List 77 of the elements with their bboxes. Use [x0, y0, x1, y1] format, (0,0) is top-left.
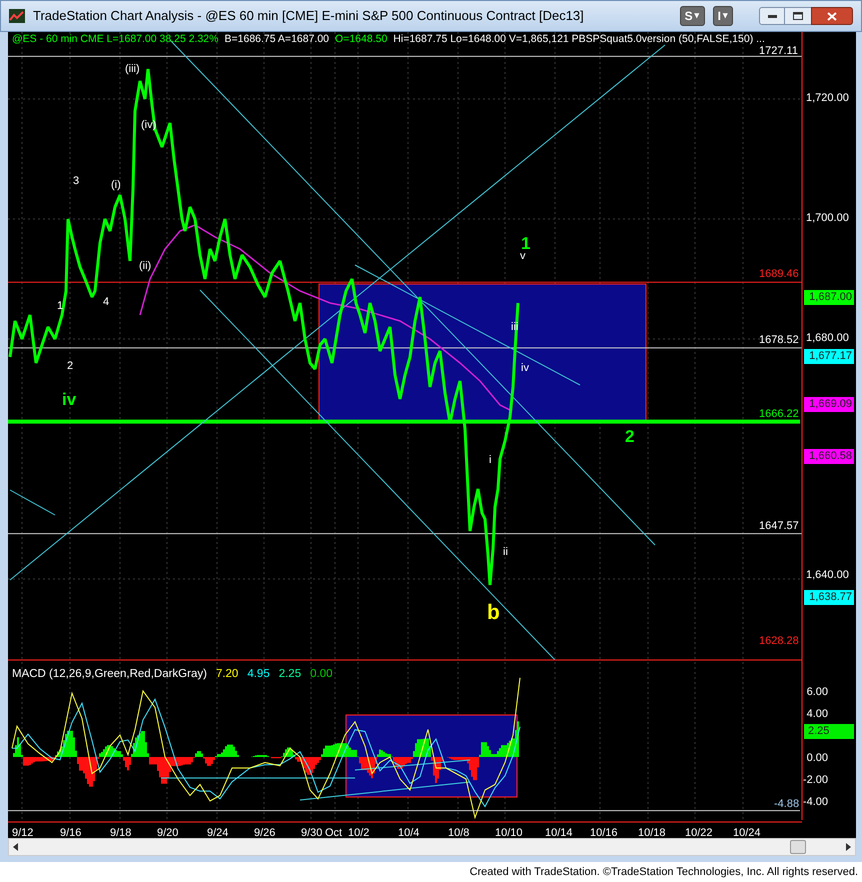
date-axis-label: 9/12: [12, 826, 34, 838]
macd-title: MACD (12,26,9,Green,Red,DarkGray): [12, 667, 207, 682]
price-axis-label: 1,720.00: [806, 92, 849, 105]
price-level-label: 1647.57: [759, 520, 799, 532]
date-axis-label: 10/8: [448, 826, 470, 838]
macd-level-label: -4.88: [774, 796, 800, 812]
macd-value: 2.25: [278, 667, 302, 682]
date-axis-label: 10/24: [733, 826, 761, 838]
maximize-button[interactable]: [785, 7, 811, 25]
price-badge: 1,687.00: [804, 290, 854, 305]
macd-value: 7.20: [216, 667, 238, 682]
scroll-thumb[interactable]: [790, 840, 806, 854]
wave-label: 2: [67, 361, 74, 372]
date-axis-label: 9/26: [254, 826, 276, 838]
wave-label: 1: [521, 235, 530, 252]
price-badge: 1,660.58: [804, 448, 854, 464]
minimize-icon: [768, 14, 776, 18]
date-axis-label: 10/2: [348, 826, 370, 838]
window-title: TradeStation Chart Analysis - @ES 60 min [CME] E-mini S&P 500 Continuous Contract [Dec13]: [33, 7, 584, 26]
date-axis-label: 10/22: [685, 826, 713, 838]
date-axis-label: 9/16: [60, 826, 82, 838]
price-axis-label: 1,640.00: [806, 569, 849, 582]
wave-label: iv: [62, 391, 76, 408]
toolbar-menu-button[interactable]: S ▾: [680, 6, 705, 26]
macd-value: 0.00: [310, 667, 332, 682]
date-axis-label: 9/18: [110, 826, 132, 838]
price-level-label: 1678.52: [759, 334, 799, 346]
macd-axis-label: 6.00: [806, 685, 828, 700]
macd-badge: 2.25: [804, 724, 854, 740]
wave-label: v: [520, 251, 526, 262]
horizontal-scrollbar[interactable]: [8, 838, 856, 856]
minimize-button[interactable]: [759, 7, 785, 25]
quote-info-text: B=1686.75 A=1687.00: [224, 33, 330, 45]
macd-axis-label: 4.00: [806, 707, 828, 722]
price-badge: 1,677.17: [804, 348, 854, 364]
wave-label: (ii): [139, 261, 152, 272]
wave-label: i: [489, 455, 492, 466]
price-axis-label: 1,680.00: [806, 332, 849, 345]
date-axis-label: 10/14: [545, 826, 573, 838]
quote-info-text: @ES - 60 min CME L=1687.00 38.25 2.32%: [12, 33, 218, 45]
price-badge: 1,669.09: [804, 397, 854, 412]
wave-label: 4: [103, 297, 110, 308]
date-axis-label: Oct: [325, 826, 342, 838]
macd-axis-label: -4.00: [802, 795, 828, 810]
macd-value: 4.95: [247, 667, 270, 682]
price-level-label: 1628.28: [759, 635, 799, 648]
toolbar-menu-button[interactable]: I ▾: [712, 6, 733, 26]
date-axis-label: 10/16: [590, 826, 618, 838]
scroll-right-icon: [846, 843, 851, 851]
price-level-label: 1689.46: [759, 268, 799, 280]
price-level-label: 1666.22: [759, 408, 799, 420]
wave-label: ii: [503, 547, 508, 558]
date-axis-label: 9/30: [301, 826, 322, 838]
price-level-label: 1727.11: [759, 45, 798, 58]
date-axis-label: 10/10: [495, 826, 523, 838]
maximize-icon: [793, 12, 803, 20]
quote-info-text: Hi=1687.75 Lo=1648.00 V=1,865,121 PBSPSquat5.0version (50,FALSE,150) ...: [393, 33, 765, 45]
close-button[interactable]: [811, 7, 853, 25]
date-axis-label: 10/18: [638, 826, 666, 838]
price-badge: 1,638.77: [804, 590, 854, 606]
app-logo-icon: [9, 9, 25, 23]
wave-label: (iii): [125, 64, 140, 75]
wave-label: 2: [625, 428, 634, 445]
wave-label: b: [487, 602, 500, 623]
macd-axis-label: -2.00: [802, 773, 828, 788]
wave-label: iv: [521, 363, 529, 374]
price-axis-label: 1,700.00: [806, 212, 849, 225]
date-axis-label: 9/20: [157, 826, 178, 838]
scroll-left-icon: [13, 843, 18, 851]
quote-info-text: O=1648.50: [335, 33, 388, 45]
macd-axis-label: 0.00: [806, 751, 828, 766]
date-axis-label: 10/4: [398, 826, 420, 838]
date-axis-label: 9/24: [207, 826, 228, 838]
wave-label: (i): [111, 180, 121, 191]
footer-credit: Created with TradeStation. ©TradeStation Technologies, Inc. All rights reserved.: [470, 864, 858, 880]
close-icon: [827, 12, 837, 20]
wave-label: 3: [73, 176, 80, 187]
